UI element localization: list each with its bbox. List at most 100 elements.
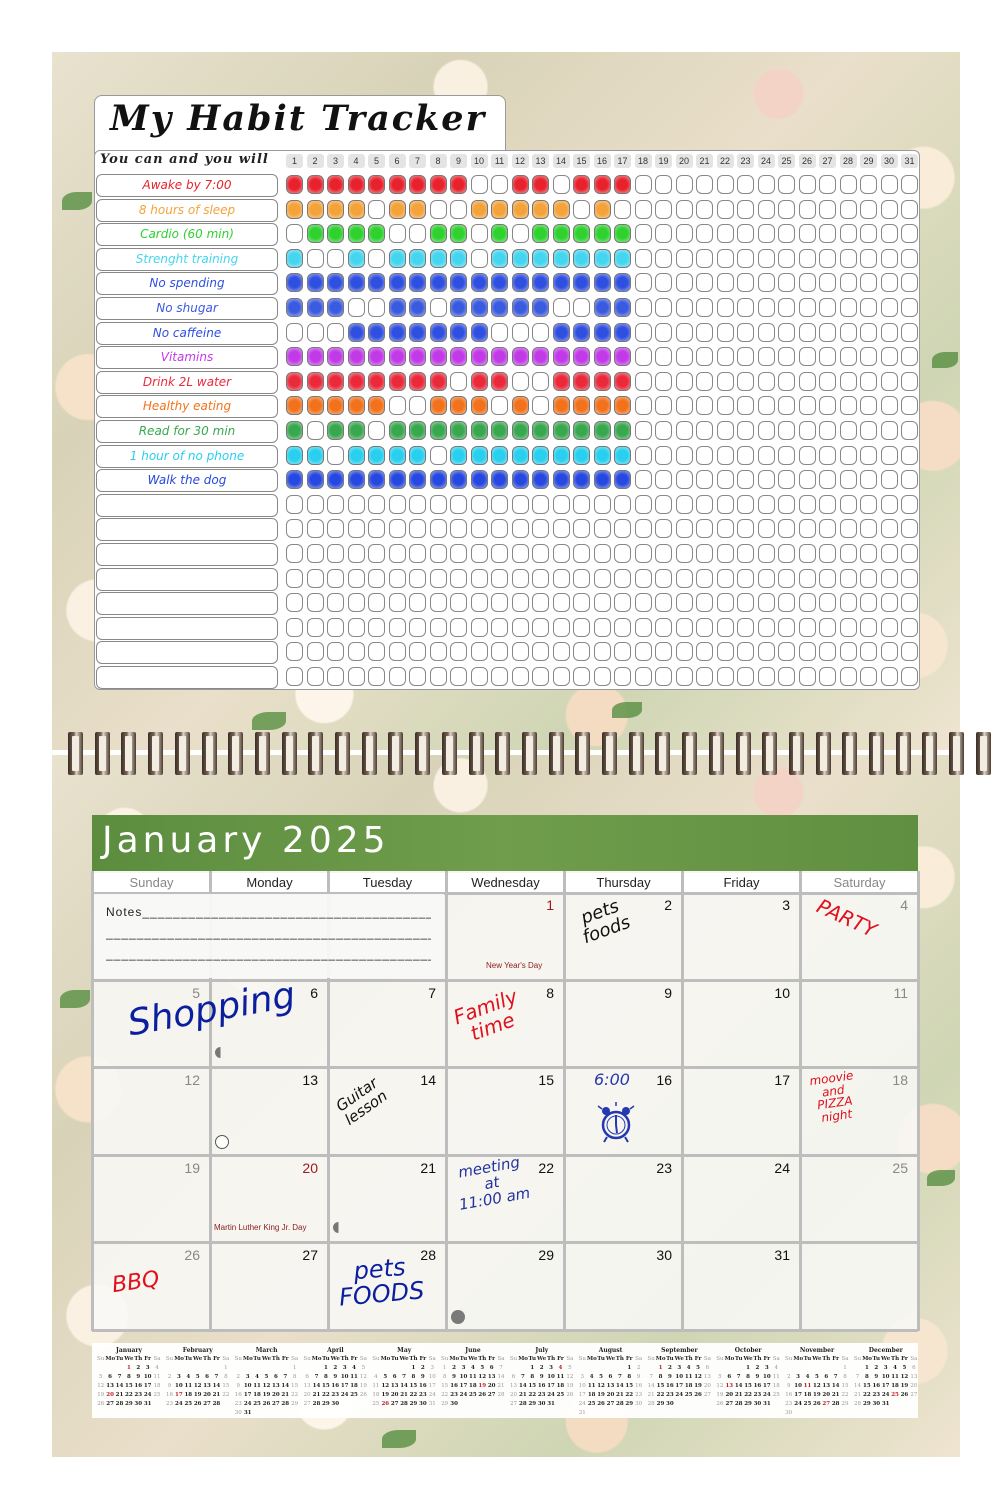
habit-checkbox[interactable]: [368, 421, 385, 440]
habit-checkbox[interactable]: [675, 396, 693, 416]
habit-checkbox[interactable]: [819, 298, 836, 317]
habit-checkbox[interactable]: [880, 273, 898, 293]
habit-checkbox[interactable]: [593, 396, 611, 416]
habit-checkbox[interactable]: [470, 298, 488, 317]
habit-checkbox[interactable]: [880, 667, 898, 686]
habit-checkbox[interactable]: [655, 519, 672, 539]
habit-checkbox[interactable]: [819, 470, 836, 490]
habit-checkbox[interactable]: [614, 544, 631, 563]
habit-checkbox[interactable]: [880, 617, 898, 637]
habit-checkbox[interactable]: [614, 199, 631, 219]
habit-checkbox[interactable]: [614, 298, 631, 317]
habit-label[interactable]: [96, 518, 278, 542]
habit-checkbox[interactable]: [634, 667, 652, 686]
habit-checkbox[interactable]: [532, 617, 549, 637]
habit-checkbox[interactable]: [450, 421, 467, 440]
habit-label[interactable]: [96, 666, 278, 689]
habit-checkbox[interactable]: [634, 568, 652, 588]
habit-checkbox[interactable]: [716, 593, 734, 613]
habit-checkbox[interactable]: [593, 371, 611, 391]
habit-checkbox[interactable]: [388, 224, 406, 244]
habit-checkbox[interactable]: [757, 298, 775, 317]
habit-checkbox[interactable]: [327, 298, 344, 317]
habit-checkbox[interactable]: [716, 322, 734, 342]
habit-checkbox[interactable]: [450, 445, 467, 465]
habit-checkbox[interactable]: [286, 248, 303, 268]
habit-checkbox[interactable]: [860, 642, 877, 662]
habit-checkbox[interactable]: [757, 470, 775, 490]
habit-checkbox[interactable]: [880, 568, 898, 588]
habit-checkbox[interactable]: [737, 494, 754, 514]
habit-label[interactable]: Walk the dog: [96, 469, 278, 493]
habit-checkbox[interactable]: [696, 347, 713, 367]
habit-checkbox[interactable]: [675, 248, 693, 268]
habit-checkbox[interactable]: [696, 470, 713, 490]
habit-checkbox[interactable]: [593, 322, 611, 342]
habit-checkbox[interactable]: [798, 421, 816, 440]
habit-checkbox[interactable]: [450, 396, 467, 416]
habit-checkbox[interactable]: [655, 445, 672, 465]
habit-checkbox[interactable]: [491, 519, 508, 539]
habit-checkbox[interactable]: [347, 445, 365, 465]
habit-checkbox[interactable]: [860, 322, 877, 342]
habit-checkbox[interactable]: [470, 421, 488, 440]
habit-checkbox[interactable]: [757, 371, 775, 391]
habit-checkbox[interactable]: [757, 445, 775, 465]
habit-checkbox[interactable]: [798, 617, 816, 637]
habit-checkbox[interactable]: [716, 347, 734, 367]
habit-checkbox[interactable]: [614, 396, 631, 416]
habit-checkbox[interactable]: [429, 224, 447, 244]
habit-checkbox[interactable]: [778, 593, 795, 613]
habit-checkbox[interactable]: [429, 617, 447, 637]
habit-checkbox[interactable]: [778, 371, 795, 391]
habit-checkbox[interactable]: [470, 273, 488, 293]
habit-checkbox[interactable]: [368, 593, 385, 613]
habit-checkbox[interactable]: [696, 371, 713, 391]
habit-checkbox[interactable]: [347, 273, 365, 293]
habit-checkbox[interactable]: [737, 273, 754, 293]
habit-checkbox[interactable]: [450, 519, 467, 539]
habit-checkbox[interactable]: [450, 617, 467, 637]
habit-checkbox[interactable]: [737, 396, 754, 416]
habit-checkbox[interactable]: [757, 568, 775, 588]
habit-checkbox[interactable]: [901, 445, 918, 465]
habit-checkbox[interactable]: [327, 642, 344, 662]
habit-checkbox[interactable]: [470, 593, 488, 613]
habit-checkbox[interactable]: [368, 470, 385, 490]
habit-checkbox[interactable]: [552, 494, 570, 514]
habit-checkbox[interactable]: [860, 494, 877, 514]
habit-checkbox[interactable]: [347, 421, 365, 440]
habit-checkbox[interactable]: [798, 273, 816, 293]
habit-checkbox[interactable]: [901, 224, 918, 244]
habit-checkbox[interactable]: [593, 617, 611, 637]
habit-checkbox[interactable]: [880, 347, 898, 367]
habit-checkbox[interactable]: [388, 322, 406, 342]
habit-checkbox[interactable]: [901, 396, 918, 416]
habit-checkbox[interactable]: [839, 568, 857, 588]
habit-checkbox[interactable]: [511, 667, 529, 686]
habit-checkbox[interactable]: [860, 544, 877, 563]
habit-checkbox[interactable]: [306, 347, 324, 367]
habit-checkbox[interactable]: [778, 224, 795, 244]
habit-checkbox[interactable]: [716, 175, 734, 194]
habit-checkbox[interactable]: [880, 445, 898, 465]
habit-checkbox[interactable]: [696, 396, 713, 416]
habit-checkbox[interactable]: [634, 544, 652, 563]
habit-checkbox[interactable]: [368, 175, 385, 194]
habit-checkbox[interactable]: [737, 470, 754, 490]
habit-checkbox[interactable]: [819, 642, 836, 662]
habit-checkbox[interactable]: [696, 544, 713, 563]
habit-checkbox[interactable]: [470, 519, 488, 539]
habit-checkbox[interactable]: [286, 544, 303, 563]
habit-checkbox[interactable]: [491, 568, 508, 588]
habit-checkbox[interactable]: [511, 544, 529, 563]
habit-checkbox[interactable]: [347, 322, 365, 342]
habit-checkbox[interactable]: [552, 593, 570, 613]
habit-checkbox[interactable]: [327, 248, 344, 268]
habit-checkbox[interactable]: [470, 494, 488, 514]
habit-checkbox[interactable]: [696, 568, 713, 588]
habit-checkbox[interactable]: [655, 642, 672, 662]
habit-checkbox[interactable]: [675, 642, 693, 662]
habit-checkbox[interactable]: [634, 347, 652, 367]
habit-checkbox[interactable]: [327, 421, 344, 440]
